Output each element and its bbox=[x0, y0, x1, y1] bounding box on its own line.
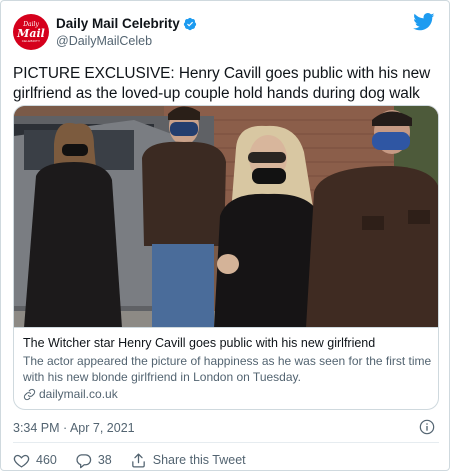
like-button[interactable]: 460 bbox=[13, 452, 57, 469]
author-handle[interactable]: @DailyMailCeleb bbox=[56, 33, 197, 49]
share-label: Share this Tweet bbox=[152, 453, 246, 467]
tweet-timestamp[interactable]: 3:34 PM · Apr 7, 2021 bbox=[13, 420, 135, 436]
share-icon bbox=[131, 452, 145, 468]
link-card[interactable]: The Witcher star Henry Cavill goes publi… bbox=[13, 105, 439, 410]
card-title[interactable]: The Witcher star Henry Cavill goes publi… bbox=[23, 335, 433, 351]
tweet-card[interactable]: Daily Mail CELEBRITY Daily Mail Celebrit… bbox=[0, 0, 450, 471]
avatar[interactable]: Daily Mail CELEBRITY bbox=[13, 14, 49, 50]
author-block[interactable]: Daily Mail Celebrity @DailyMailCeleb bbox=[56, 15, 197, 49]
card-body[interactable]: The Witcher star Henry Cavill goes publi… bbox=[23, 335, 433, 402]
share-button[interactable]: Share this Tweet bbox=[130, 452, 246, 469]
logo-line2: Mail bbox=[17, 27, 45, 40]
tweet-text: PICTURE EXCLUSIVE: Henry Cavill goes pub… bbox=[13, 65, 431, 102]
reply-icon bbox=[76, 453, 92, 468]
card-domain-text: dailymail.co.uk bbox=[39, 387, 118, 401]
card-photo-image bbox=[14, 106, 438, 327]
author-display-name[interactable]: Daily Mail Celebrity bbox=[56, 15, 197, 32]
card-description: The actor appeared the picture of happin… bbox=[23, 354, 432, 384]
reply-button[interactable]: 38 bbox=[75, 452, 112, 469]
like-count: 460 bbox=[36, 453, 57, 467]
reply-count: 38 bbox=[97, 453, 112, 467]
verified-badge-icon bbox=[183, 17, 196, 30]
card-photo[interactable] bbox=[14, 106, 438, 328]
action-bar: 460 38 Share this Tweet bbox=[13, 450, 264, 470]
card-domain[interactable]: dailymail.co.uk bbox=[23, 386, 433, 402]
info-icon[interactable] bbox=[419, 419, 435, 435]
twitter-bird-icon[interactable] bbox=[413, 13, 435, 31]
display-name-text: Daily Mail Celebrity bbox=[56, 16, 180, 31]
link-icon bbox=[23, 388, 36, 400]
divider bbox=[13, 442, 439, 443]
logo-line3: CELEBRITY bbox=[21, 39, 41, 43]
heart-icon bbox=[13, 454, 30, 468]
